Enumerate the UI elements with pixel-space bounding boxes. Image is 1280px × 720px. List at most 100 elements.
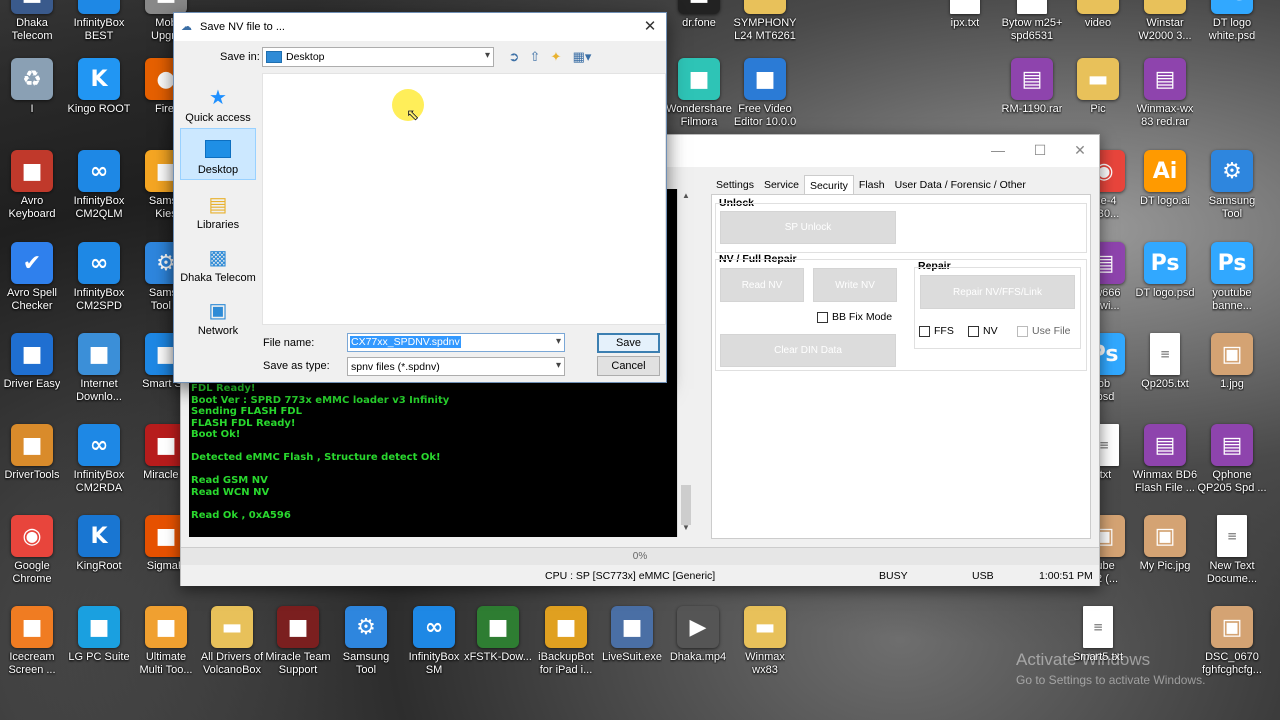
desktop-shortcut[interactable]: ⚙ Samsung Tool (1196, 150, 1268, 221)
file-name-input[interactable]: CX77xx_SPDNV.spdnv ▾ (347, 333, 565, 352)
ffs-checkbox[interactable]: FFS (919, 325, 954, 337)
desktop-shortcut[interactable]: ≡ Qp205.txt (1129, 333, 1201, 391)
minimize-icon[interactable]: — (985, 139, 1011, 161)
chevron-down-icon[interactable]: ▾ (556, 360, 561, 371)
desktop-shortcut[interactable]: ∞ InfinityBox SM (398, 606, 470, 677)
desktop-shortcut[interactable]: ∞ InfinityBoxBEST (63, 0, 135, 43)
desktop-shortcut[interactable]: ∞ InfinityBox CM2RDA (63, 424, 135, 495)
desktop-shortcut[interactable]: ▬ All Drivers of VolcanoBox (196, 606, 268, 677)
scroll-thumb[interactable] (681, 485, 691, 525)
desktop-shortcut[interactable]: ■ iBackupBot for iPad i... (530, 606, 602, 677)
desktop-shortcut[interactable]: ▬ video (1062, 0, 1134, 30)
desktop-shortcut[interactable]: ▤ Winmax BD6 Flash File ... (1129, 424, 1201, 495)
desktop-shortcut[interactable]: ■ DhakaTelecom (0, 0, 68, 43)
desktop-shortcut[interactable]: ■ xFSTK-Dow... (462, 606, 534, 664)
place-libraries[interactable]: ▤ Libraries (180, 182, 256, 234)
desktop-shortcut[interactable]: ■ Internet Downlo... (63, 333, 135, 404)
desktop-shortcut[interactable]: ▬ Pic (1062, 58, 1134, 116)
place-desktop[interactable]: Desktop (180, 128, 256, 180)
desktop-shortcut[interactable]: ■ Ultimate Multi Too... (130, 606, 202, 677)
desktop-shortcut[interactable]: ■ LG PC Suite (63, 606, 135, 664)
repair-nv-ffs-link-button[interactable]: Repair NV/FFS/Link (920, 275, 1075, 309)
tab-user-data-forensic-other[interactable]: User Data / Forensic / Other (890, 175, 1031, 195)
desktop-shortcut[interactable]: ▬ Winmax wx83 (729, 606, 801, 677)
desktop-shortcut[interactable]: ■ Icecream Screen ... (0, 606, 68, 677)
cancel-button[interactable]: Cancel (597, 356, 660, 376)
desktop-shortcut[interactable]: ■ Miracle Team Support (262, 606, 334, 677)
desktop-shortcut[interactable]: ≡ ipx.txt (929, 0, 1001, 30)
desktop-shortcut[interactable]: Ps DT logowhite.psd (1196, 0, 1268, 43)
desktop-shortcut[interactable]: ■ dr.fone (663, 0, 735, 30)
desktop-shortcut[interactable]: ■ Driver Easy (0, 333, 68, 391)
desktop-shortcut[interactable]: ■ DriverTools (0, 424, 68, 482)
desktop-shortcut[interactable]: ⚙ Samsung Tool (330, 606, 402, 677)
folder-icon: ▬ (744, 0, 786, 14)
desktop-shortcut[interactable]: ■ Wondershare Filmora (663, 58, 735, 129)
dialog-titlebar[interactable]: ☁ Save NV file to ... ✕ (174, 13, 666, 41)
desktop-shortcut[interactable]: ▣ 1.jpg (1196, 333, 1268, 391)
log-scrollbar[interactable]: ▲ ▼ (677, 189, 693, 537)
place-dhaka-telecom[interactable]: ▩ Dhaka Telecom (180, 235, 256, 287)
save-as-type-dropdown[interactable]: spnv files (*.spdnv) ▾ (347, 357, 565, 376)
maximize-icon[interactable]: ☐ (1027, 139, 1053, 161)
checkbox-box[interactable] (919, 325, 930, 337)
up-folder-icon[interactable]: ⇧ (526, 48, 544, 66)
place-quick-access[interactable]: ★ Quick access (180, 75, 256, 127)
desktop-shortcut[interactable]: ▣ DSC_0670 fghfcghcfg... (1196, 606, 1268, 677)
desktop-shortcut-label: Avro Keyboard (8, 195, 56, 220)
checkbox-box[interactable] (968, 325, 979, 337)
desktop-shortcut[interactable]: Ai DT logo.ai (1129, 150, 1201, 208)
clear-din-button[interactable]: Clear DIN Data (720, 334, 896, 367)
chevron-down-icon[interactable]: ▾ (485, 50, 490, 61)
desktop-shortcut[interactable]: K KingRoot (63, 515, 135, 573)
checkbox-box[interactable] (817, 311, 828, 323)
save-in-dropdown[interactable]: Desktop ▾ (262, 47, 494, 67)
save-button[interactable]: Save (597, 333, 660, 353)
desktop-shortcut[interactable]: ✔ Avro Spell Checker (0, 242, 68, 313)
desktop-shortcut[interactable]: ▬ SYMPHONYL24 MT6261 (729, 0, 801, 43)
save-as-type-label: Save as type: (263, 360, 330, 372)
desktop-shortcut[interactable]: ■ LiveSuit.exe (596, 606, 668, 664)
scroll-down-icon[interactable]: ▼ (678, 523, 694, 532)
desktop-shortcut[interactable]: ▬ WinstarW2000 3... (1129, 0, 1201, 43)
close-icon[interactable]: ✕ (1067, 139, 1093, 161)
desktop-shortcut[interactable]: ▣ My Pic.jpg (1129, 515, 1201, 573)
desktop-shortcut[interactable]: ∞ InfinityBox CM2SPD (63, 242, 135, 313)
view-menu-icon[interactable]: ▦▾ (569, 48, 595, 66)
desktop-shortcut[interactable]: ≡ New Text Docume... (1196, 515, 1268, 586)
tab-flash[interactable]: Flash (854, 175, 890, 195)
desktop-shortcut[interactable]: ∞ InfinityBox CM2QLM (63, 150, 135, 221)
back-icon[interactable]: ➲ (505, 48, 523, 66)
sp-unlock-button[interactable]: SP Unlock (720, 211, 896, 244)
scroll-up-icon[interactable]: ▲ (678, 191, 694, 200)
place-network[interactable]: ▣ Network (180, 288, 256, 340)
desktop-shortcut-label: All Drivers of VolcanoBox (200, 651, 264, 676)
desktop-shortcut[interactable]: K Kingo ROOT (63, 58, 135, 116)
desktop-shortcut[interactable]: Ps youtube banne... (1196, 242, 1268, 313)
tab-security[interactable]: Security (803, 175, 854, 195)
chevron-down-icon[interactable]: ▾ (556, 336, 561, 347)
desktop-shortcut[interactable]: ■ Free Video Editor 10.0.0 (729, 58, 801, 129)
close-icon[interactable]: ✕ (634, 13, 666, 41)
new-folder-icon[interactable]: ✦ (547, 48, 565, 66)
desktop-shortcut[interactable]: ▶ Dhaka.mp4 (662, 606, 734, 664)
desktop-shortcut[interactable]: ≡ Bytow m25+spd6531 (996, 0, 1068, 43)
samsung-tool-icon: ⚙ (345, 606, 387, 648)
desktop-shortcut[interactable]: ▤ RM-1190.rar (996, 58, 1068, 116)
desktop-shortcut[interactable]: Ps DT logo.psd (1129, 242, 1201, 300)
desktop-shortcut[interactable]: ♻ I (0, 58, 68, 116)
desktop-shortcut[interactable]: ▤ Qphone QP205 Spd ... (1196, 424, 1268, 495)
nv-checkbox[interactable]: NV (968, 325, 998, 337)
file-list-area[interactable] (262, 73, 666, 325)
bb-fix-mode-checkbox[interactable]: BB Fix Mode (817, 311, 892, 323)
tab-service[interactable]: Service (759, 175, 804, 195)
tab-settings[interactable]: Settings (711, 175, 759, 195)
desktop-shortcut[interactable]: ▤ Winmax-wx 83 red.rar (1129, 58, 1201, 129)
security-tab-panel: Unlock SP Unlock NV / Full Repair Read N… (711, 194, 1091, 539)
checkbox-box[interactable] (1017, 325, 1028, 337)
read-nv-button[interactable]: Read NV (720, 268, 804, 302)
desktop-shortcut[interactable]: ■ Avro Keyboard (0, 150, 68, 221)
use-file-checkbox[interactable]: Use File (1017, 325, 1071, 337)
desktop-shortcut[interactable]: ◉ Google Chrome (0, 515, 68, 586)
write-nv-button[interactable]: Write NV (813, 268, 897, 302)
